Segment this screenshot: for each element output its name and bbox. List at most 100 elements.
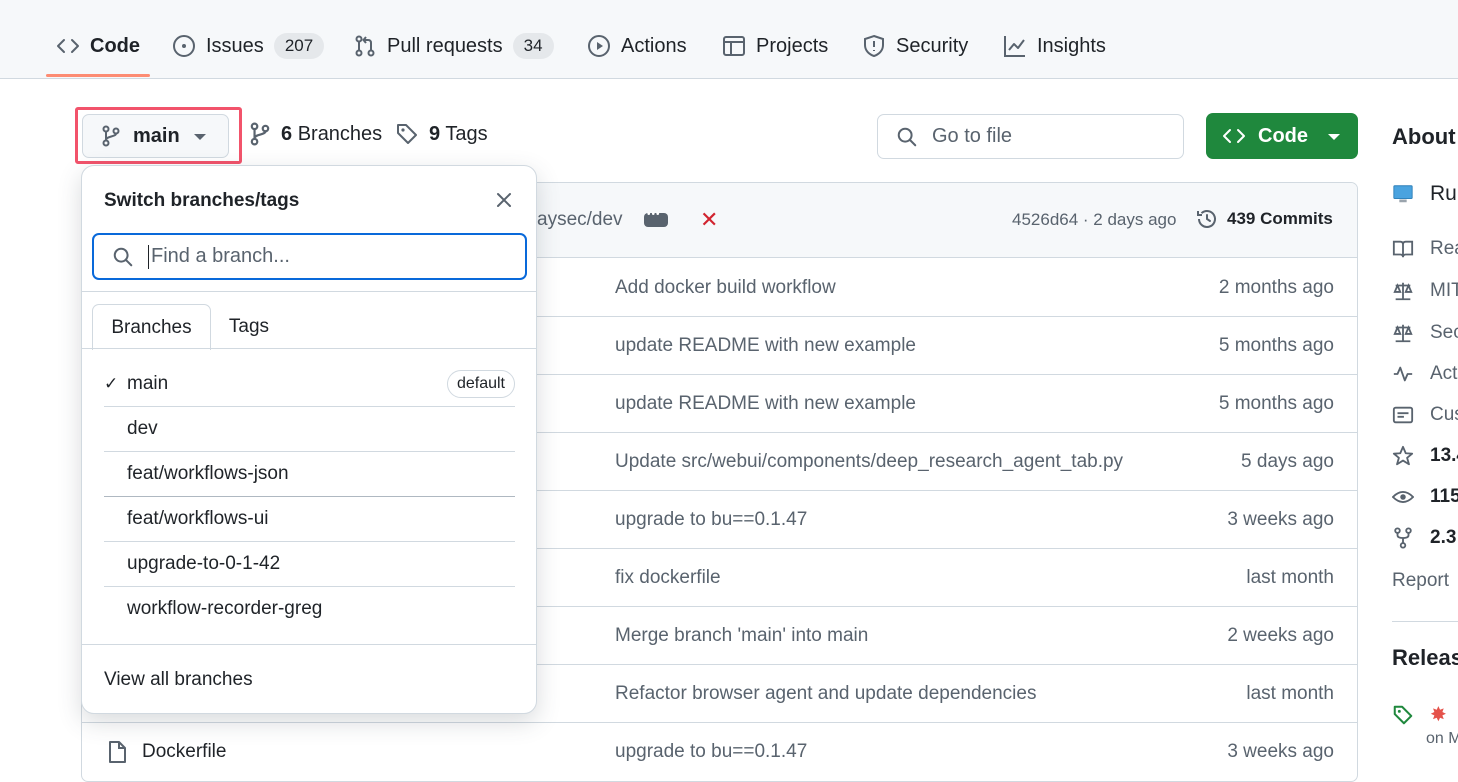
tags-link[interactable]: 9 Tags xyxy=(395,122,488,146)
tab-branches[interactable]: Branches xyxy=(92,304,211,350)
stars-link[interactable]: 13.4 xyxy=(1392,445,1458,467)
branch-name: upgrade-to-0-1-42 xyxy=(127,553,281,574)
commit-age: 2 weeks ago xyxy=(1227,625,1334,646)
tab-actions[interactable]: Actions xyxy=(587,26,687,66)
forks-count: 2.3 xyxy=(1430,527,1457,548)
dropdown-title: Switch branches/tags xyxy=(104,190,300,211)
tag-icon xyxy=(1392,704,1414,726)
text-cursor xyxy=(148,244,149,269)
divider xyxy=(82,291,536,292)
readme-label: Rea xyxy=(1430,238,1458,259)
security-policy-link[interactable]: Sec xyxy=(1392,322,1458,344)
branch-name: feat/workflows-ui xyxy=(127,508,269,529)
note-icon xyxy=(1392,404,1414,426)
tab-insights-label: Insights xyxy=(1037,34,1106,57)
tab-security[interactable]: Security xyxy=(862,26,968,66)
tab-pull-requests[interactable]: Pull requests 34 xyxy=(353,26,554,66)
branch-switcher-dropdown: Switch branches/tags Find a branch... Br… xyxy=(81,165,537,714)
tab-projects[interactable]: Projects xyxy=(722,26,828,66)
selected-tab-underline xyxy=(46,74,150,77)
branch-search-input[interactable]: Find a branch... xyxy=(92,233,527,280)
tags-label: Tags xyxy=(445,122,488,145)
fork-icon xyxy=(1392,527,1414,549)
star-icon xyxy=(1392,445,1414,467)
tab-issues[interactable]: Issues 207 xyxy=(172,26,325,66)
eye-icon xyxy=(1392,486,1414,508)
commit-age: last month xyxy=(1246,683,1334,704)
commit-message[interactable]: update README with new example xyxy=(615,335,916,357)
ellipsis-icon[interactable] xyxy=(644,209,668,227)
branches-link[interactable]: 6 Branches xyxy=(249,122,382,146)
file-name[interactable]: Dockerfile xyxy=(142,741,226,763)
tag-icon xyxy=(395,122,419,146)
commit-message[interactable]: fix dockerfile xyxy=(615,567,721,589)
branch-item-workflow-recorder-greg[interactable]: workflow-recorder-greg xyxy=(104,587,515,632)
tab-issues-label: Issues xyxy=(206,34,264,57)
history-icon xyxy=(1195,207,1219,231)
report-repository-link[interactable]: Report xyxy=(1392,570,1449,592)
readme-link[interactable]: Rea xyxy=(1392,238,1458,260)
branch-name: dev xyxy=(127,418,158,439)
license-link[interactable]: MIT xyxy=(1392,280,1458,302)
watchers-link[interactable]: 115 xyxy=(1392,486,1458,508)
tab-code[interactable]: Code xyxy=(56,26,140,66)
go-to-file-input[interactable]: Go to file xyxy=(877,114,1184,159)
sparkle-icon: ✸ xyxy=(1430,704,1447,726)
view-all-branches-link[interactable]: View all branches xyxy=(104,669,253,691)
current-branch-label: main xyxy=(133,124,180,147)
commits-link[interactable]: 439 Commits xyxy=(1195,207,1333,231)
forks-link[interactable]: 2.3 xyxy=(1392,527,1456,549)
scale-icon xyxy=(1392,280,1414,302)
branch-item-feat-workflows-ui[interactable]: feat/workflows-ui xyxy=(104,497,515,542)
latest-release[interactable]: ✸ xyxy=(1392,702,1447,727)
branch-search-placeholder: Find a branch... xyxy=(151,245,290,267)
commit-author-partial[interactable]: aysec/dev xyxy=(537,209,623,231)
commit-age: 2 months ago xyxy=(1218,277,1334,298)
releases-heading[interactable]: Releas xyxy=(1392,645,1458,671)
commit-age: 3 weeks ago xyxy=(1227,741,1334,762)
check-failed-icon[interactable]: ✕ xyxy=(700,207,718,233)
commits-count: 439 Commits xyxy=(1227,209,1333,228)
stars-count: 13.4 xyxy=(1430,445,1458,466)
issues-counter: 207 xyxy=(273,33,325,59)
commit-age: last month xyxy=(1246,567,1334,588)
commit-message[interactable]: Add docker build workflow xyxy=(615,277,836,299)
close-icon[interactable] xyxy=(492,188,516,212)
license-label: MIT xyxy=(1430,280,1458,301)
divider xyxy=(1392,621,1458,622)
code-dropdown-button[interactable]: Code xyxy=(1206,113,1358,159)
branch-item-main[interactable]: ✓ main default xyxy=(104,362,515,407)
scale-icon xyxy=(1392,322,1414,344)
book-icon xyxy=(1392,238,1414,260)
commit-message[interactable]: Merge branch 'main' into main xyxy=(615,625,868,647)
custom-properties-link[interactable]: Cus xyxy=(1392,404,1458,426)
commit-message[interactable]: Refactor browser agent and update depend… xyxy=(615,683,1036,705)
divider xyxy=(82,644,536,645)
watchers-count: 115 xyxy=(1430,486,1458,507)
custom-properties-label: Cus xyxy=(1430,404,1458,425)
code-button-label: Code xyxy=(1258,124,1308,147)
table-row[interactable]: Dockerfile upgrade to bu==0.1.47 3 weeks… xyxy=(82,723,1357,781)
commit-message[interactable]: upgrade to bu==0.1.47 xyxy=(615,741,807,763)
tab-security-label: Security xyxy=(896,34,969,57)
commit-age: 5 months ago xyxy=(1218,335,1334,356)
code-icon xyxy=(1222,124,1246,148)
divider xyxy=(82,348,536,349)
branch-selector-button[interactable]: main xyxy=(82,114,229,158)
play-icon xyxy=(587,34,611,58)
go-to-file-placeholder: Go to file xyxy=(932,125,1013,147)
commit-hash-time[interactable]: 4526d64 · 2 days ago xyxy=(1012,210,1176,230)
branch-item-feat-workflows-json[interactable]: feat/workflows-json xyxy=(104,452,515,497)
code-icon xyxy=(56,34,80,58)
activity-link[interactable]: Act xyxy=(1392,363,1457,385)
commit-message[interactable]: Update src/webui/components/deep_researc… xyxy=(615,451,1123,473)
tab-insights[interactable]: Insights xyxy=(1003,26,1106,66)
search-icon xyxy=(896,126,918,148)
branches-count: 6 xyxy=(281,122,293,145)
commit-message[interactable]: upgrade to bu==0.1.47 xyxy=(615,509,807,531)
branch-item-upgrade-to-0-1-42[interactable]: upgrade-to-0-1-42 xyxy=(104,542,515,587)
branch-item-dev[interactable]: dev xyxy=(104,407,515,452)
commit-message[interactable]: update README with new example xyxy=(615,393,916,415)
tab-actions-label: Actions xyxy=(621,34,687,57)
tab-tags[interactable]: Tags xyxy=(219,304,279,350)
